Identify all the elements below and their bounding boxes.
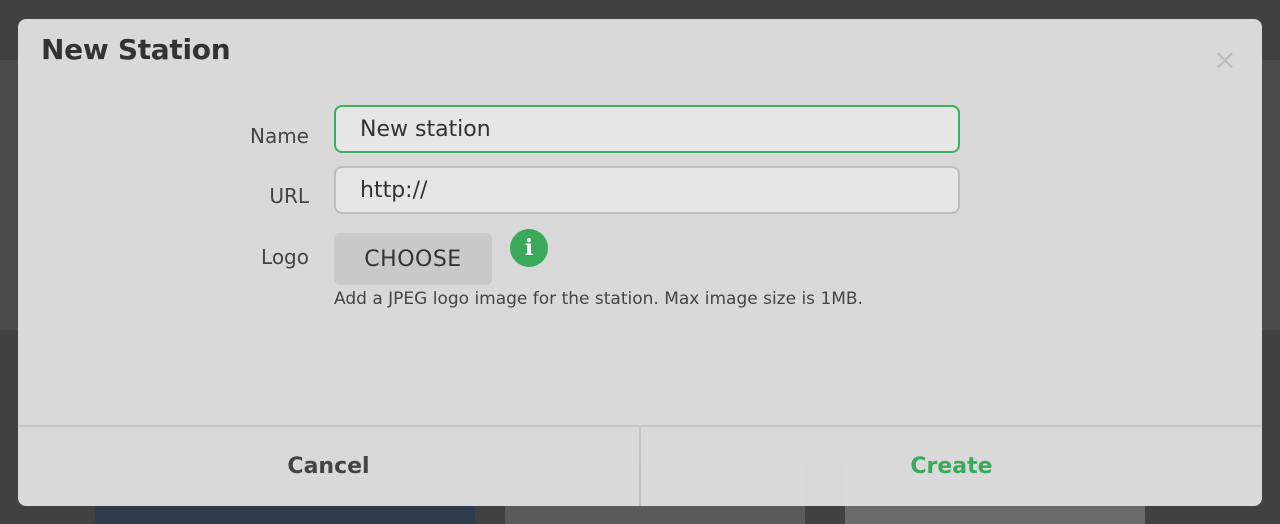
dialog-title: New Station bbox=[41, 33, 231, 66]
close-icon[interactable]: × bbox=[1212, 46, 1238, 74]
new-station-dialog: New Station × Name URL Logo CHOOSE i Add… bbox=[18, 19, 1262, 506]
cancel-button[interactable]: Cancel bbox=[18, 427, 641, 506]
url-label: URL bbox=[269, 184, 309, 208]
url-input[interactable] bbox=[334, 166, 960, 214]
logo-label: Logo bbox=[261, 245, 309, 269]
name-label: Name bbox=[249, 124, 309, 148]
name-input[interactable] bbox=[334, 105, 960, 153]
create-button[interactable]: Create bbox=[641, 427, 1262, 506]
logo-help-text: Add a JPEG logo image for the station. M… bbox=[334, 289, 863, 309]
dialog-footer: Cancel Create bbox=[18, 425, 1262, 506]
choose-logo-button[interactable]: CHOOSE bbox=[334, 233, 492, 285]
info-icon[interactable]: i bbox=[510, 229, 548, 267]
